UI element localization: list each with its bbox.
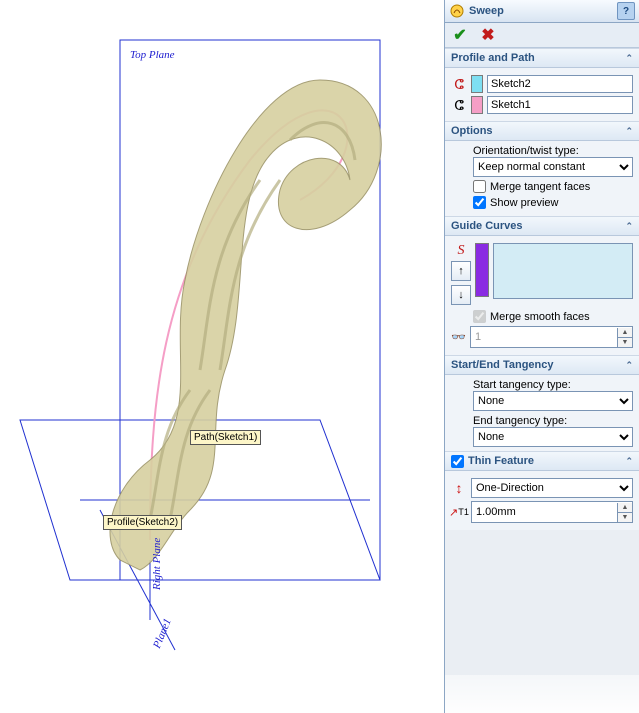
section-options[interactable]: Options ⌃ — [445, 122, 639, 141]
panel-reflection — [445, 675, 639, 713]
merge-smooth-checkbox — [473, 310, 486, 323]
sweep-feature-icon — [449, 3, 465, 19]
orientation-label: Orientation/twist type: — [473, 145, 579, 157]
spin-up-icon[interactable]: ▲ — [617, 503, 632, 513]
viewport-svg — [0, 0, 445, 713]
section-title: Start/End Tangency — [451, 359, 553, 371]
guide-curves-list[interactable] — [493, 243, 633, 299]
show-preview-label: Show preview — [490, 197, 558, 209]
end-tangency-label: End tangency type: — [473, 415, 567, 427]
profile-tag: Profile(Sketch2) — [103, 515, 182, 530]
ok-button[interactable]: ✔ — [451, 26, 469, 44]
merge-tangent-checkbox[interactable] — [473, 180, 486, 193]
section-guide-curves[interactable]: Guide Curves ⌃ — [445, 217, 639, 236]
thin-feature-checkbox[interactable] — [451, 455, 464, 468]
end-tangency-select[interactable]: None — [473, 427, 633, 447]
profile-swatch — [471, 75, 483, 93]
guide-curve-icon: S — [453, 243, 469, 259]
section-thin-feature[interactable]: Thin Feature ⌃ — [445, 452, 639, 471]
spin-up-icon: ▲ — [617, 328, 632, 338]
section-profile-path[interactable]: Profile and Path ⌃ — [445, 49, 639, 68]
help-button[interactable]: ? — [617, 2, 635, 20]
cancel-button[interactable]: ✖ — [479, 26, 497, 44]
move-up-button[interactable]: ↑ — [451, 261, 471, 281]
thickness-value[interactable]: 1.00mm — [472, 506, 617, 518]
viewport-3d[interactable]: Top Plane Right Plane Plane1 Path(Sketch… — [0, 0, 445, 713]
chevron-up-icon: ⌃ — [625, 53, 633, 64]
merge-smooth-label: Merge smooth faces — [490, 311, 590, 323]
right-plane-label: Right Plane — [152, 538, 163, 590]
spin-down-icon: ▼ — [617, 338, 632, 347]
thickness-spinner[interactable]: 1.00mm ▲▼ — [471, 501, 633, 523]
chevron-up-icon: ⌃ — [625, 221, 633, 232]
chevron-up-icon: ⌃ — [625, 126, 633, 137]
thin-type-select[interactable]: One-Direction — [471, 478, 633, 498]
thickness-icon: ↗T1 — [451, 504, 467, 520]
guide-swatch — [475, 243, 489, 297]
start-tangency-label: Start tangency type: — [473, 379, 571, 391]
glasses-icon: 👓 — [451, 330, 466, 344]
guide-count-spinner: 1 ▲▼ — [470, 326, 633, 348]
top-plane-label: Top Plane — [130, 50, 175, 61]
path-swatch — [471, 96, 483, 114]
path-tag: Path(Sketch1) — [190, 430, 261, 445]
section-title: Options — [451, 125, 493, 137]
section-title: Profile and Path — [451, 52, 535, 64]
confirm-bar: ✔ ✖ — [445, 23, 639, 48]
path-selection[interactable]: Sketch1 — [487, 96, 633, 114]
profile-icon: ⵛ — [451, 76, 467, 92]
profile-selection[interactable]: Sketch2 — [487, 75, 633, 93]
property-panel: Sweep ? ✔ ✖ Profile and Path ⌃ ⵛ Sketch2… — [444, 0, 639, 713]
start-tangency-select[interactable]: None — [473, 391, 633, 411]
orientation-select[interactable]: Keep normal constant — [473, 157, 633, 177]
reverse-direction-icon[interactable]: ↕ — [451, 480, 467, 496]
panel-titlebar: Sweep ? — [445, 0, 639, 23]
chevron-up-icon: ⌃ — [625, 360, 633, 371]
merge-tangent-label: Merge tangent faces — [490, 181, 590, 193]
chevron-up-icon: ⌃ — [625, 456, 633, 467]
spin-down-icon[interactable]: ▼ — [617, 513, 632, 522]
section-title: Guide Curves — [451, 220, 523, 232]
move-down-button[interactable]: ↓ — [451, 285, 471, 305]
section-tangency[interactable]: Start/End Tangency ⌃ — [445, 356, 639, 375]
path-icon: ⵛ — [451, 97, 467, 113]
guide-count-value: 1 — [471, 331, 617, 343]
panel-title: Sweep — [469, 5, 504, 17]
show-preview-checkbox[interactable] — [473, 196, 486, 209]
section-title: Thin Feature — [468, 455, 534, 467]
